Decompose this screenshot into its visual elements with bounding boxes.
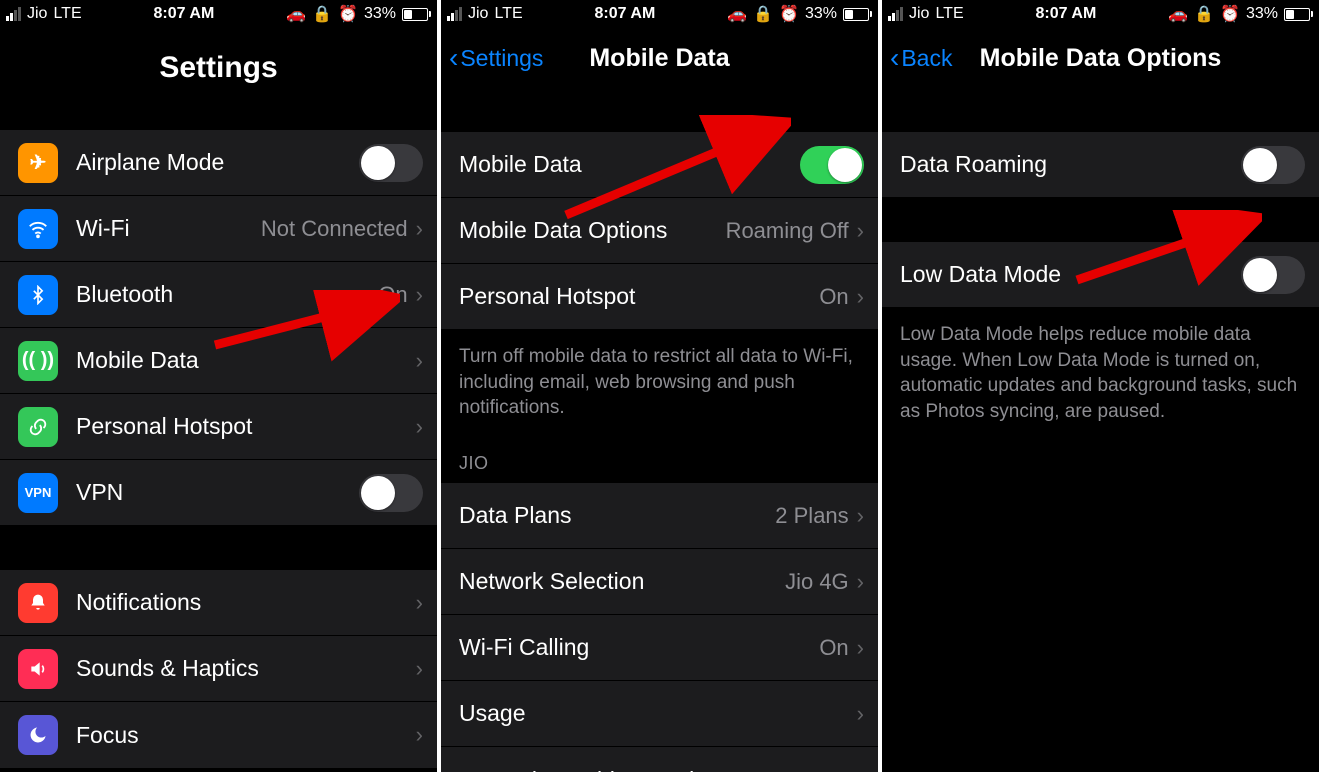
vpn-toggle[interactable] [359, 474, 423, 512]
wifi-icon [18, 209, 58, 249]
section-header-jio: JIO [441, 429, 878, 483]
signal-icon [447, 7, 462, 21]
signal-icon [6, 7, 21, 21]
screen-mobile-data-options: Jio LTE 8:07 AM 🚗 🔒 ⏰ 33% ‹ Back Mobile … [882, 0, 1319, 772]
battery-icon [843, 8, 872, 21]
row-usage[interactable]: Usage › [441, 681, 878, 747]
chevron-right-icon: › [857, 635, 864, 661]
row-network-selection[interactable]: Network Selection Jio 4G › [441, 549, 878, 615]
page-title: Settings [159, 51, 277, 85]
row-airplane-mode[interactable]: ✈︎ Airplane Mode [0, 130, 437, 196]
car-icon: 🚗 [1168, 4, 1188, 24]
row-data-roaming[interactable]: Data Roaming [882, 132, 1319, 198]
speaker-icon [18, 649, 58, 689]
row-bluetooth[interactable]: Bluetooth On › [0, 262, 437, 328]
network-label: LTE [53, 5, 81, 23]
car-icon: 🚗 [286, 4, 306, 24]
back-button[interactable]: ‹ Back [890, 44, 952, 72]
alarm-icon: ⏰ [779, 4, 799, 24]
screen-settings: Jio LTE 8:07 AM 🚗 🔒 ⏰ 33% Settings ✈︎ Ai… [0, 0, 437, 772]
nav-bar: ‹ Back Mobile Data Options [882, 28, 1319, 88]
vpn-icon: VPN [18, 473, 58, 513]
back-label: Back [901, 45, 952, 72]
row-mobile-data[interactable]: (( )) Mobile Data › [0, 328, 437, 394]
chevron-right-icon: › [857, 701, 864, 727]
mobile-data-toggle[interactable] [800, 146, 864, 184]
row-mobile-data-options[interactable]: Mobile Data Options Roaming Off › [441, 198, 878, 264]
chevron-right-icon: › [416, 590, 423, 616]
row-sounds-haptics[interactable]: Sounds & Haptics › [0, 636, 437, 702]
chevron-right-icon: › [416, 414, 423, 440]
chevron-right-icon: › [416, 282, 423, 308]
signal-icon [888, 7, 903, 21]
battery-icon [1284, 8, 1313, 21]
footer-text: Low Data Mode helps reduce mobile data u… [882, 308, 1319, 433]
moon-icon [18, 715, 58, 755]
chevron-right-icon: › [416, 216, 423, 242]
status-time: 8:07 AM [595, 5, 656, 23]
antenna-icon: (( )) [18, 341, 58, 381]
status-time: 8:07 AM [154, 5, 215, 23]
carrier-label: Jio [909, 5, 929, 23]
row-notifications[interactable]: Notifications › [0, 570, 437, 636]
orientation-lock-icon: 🔒 [1194, 4, 1214, 24]
orientation-lock-icon: 🔒 [312, 4, 332, 24]
status-bar: Jio LTE 8:07 AM 🚗 🔒 ⏰ 33% [0, 0, 437, 28]
carrier-label: Jio [468, 5, 488, 23]
page-title: Mobile Data Options [980, 44, 1222, 73]
alarm-icon: ⏰ [1220, 4, 1240, 24]
bell-icon [18, 583, 58, 623]
chevron-left-icon: ‹ [890, 44, 899, 72]
chevron-right-icon: › [857, 569, 864, 595]
bluetooth-icon [18, 275, 58, 315]
status-bar: Jio LTE 8:07 AM 🚗 🔒 ⏰ 33% [441, 0, 878, 28]
row-personal-hotspot[interactable]: Personal Hotspot On › [441, 264, 878, 330]
row-personal-hotspot[interactable]: Personal Hotspot › [0, 394, 437, 460]
chevron-right-icon: › [857, 284, 864, 310]
back-button[interactable]: ‹ Settings [449, 44, 543, 72]
network-label: LTE [935, 5, 963, 23]
row-vpn[interactable]: VPN VPN [0, 460, 437, 526]
status-bar: Jio LTE 8:07 AM 🚗 🔒 ⏰ 33% [882, 0, 1319, 28]
low-data-mode-toggle[interactable] [1241, 256, 1305, 294]
footer-text: Turn off mobile data to restrict all dat… [441, 330, 878, 429]
chevron-right-icon: › [416, 656, 423, 682]
chevron-right-icon: › [857, 218, 864, 244]
alarm-icon: ⏰ [338, 4, 358, 24]
airplane-icon: ✈︎ [18, 143, 58, 183]
chevron-left-icon: ‹ [449, 44, 458, 72]
chevron-right-icon: › [416, 348, 423, 374]
chevron-right-icon: › [416, 722, 423, 748]
screen-mobile-data: Jio LTE 8:07 AM 🚗 🔒 ⏰ 33% ‹ Settings Mob… [441, 0, 878, 772]
row-wifi-calling[interactable]: Wi-Fi Calling On › [441, 615, 878, 681]
row-network-provider-services[interactable]: Network Provider Services › [441, 747, 878, 772]
back-label: Settings [460, 45, 543, 72]
carrier-label: Jio [27, 5, 47, 23]
nav-bar: Settings [0, 28, 437, 108]
page-title: Mobile Data [589, 44, 729, 73]
row-focus[interactable]: Focus › [0, 702, 437, 768]
status-time: 8:07 AM [1036, 5, 1097, 23]
car-icon: 🚗 [727, 4, 747, 24]
chevron-right-icon: › [857, 503, 864, 529]
chevron-right-icon: › [857, 767, 864, 772]
row-wifi[interactable]: Wi-Fi Not Connected › [0, 196, 437, 262]
data-roaming-toggle[interactable] [1241, 146, 1305, 184]
battery-pct: 33% [364, 5, 396, 23]
battery-icon [402, 8, 431, 21]
battery-pct: 33% [805, 5, 837, 23]
row-mobile-data-toggle[interactable]: Mobile Data [441, 132, 878, 198]
row-low-data-mode[interactable]: Low Data Mode [882, 242, 1319, 308]
battery-pct: 33% [1246, 5, 1278, 23]
nav-bar: ‹ Settings Mobile Data [441, 28, 878, 88]
row-data-plans[interactable]: Data Plans 2 Plans › [441, 483, 878, 549]
link-icon [18, 407, 58, 447]
network-label: LTE [494, 5, 522, 23]
orientation-lock-icon: 🔒 [753, 4, 773, 24]
airplane-toggle[interactable] [359, 144, 423, 182]
